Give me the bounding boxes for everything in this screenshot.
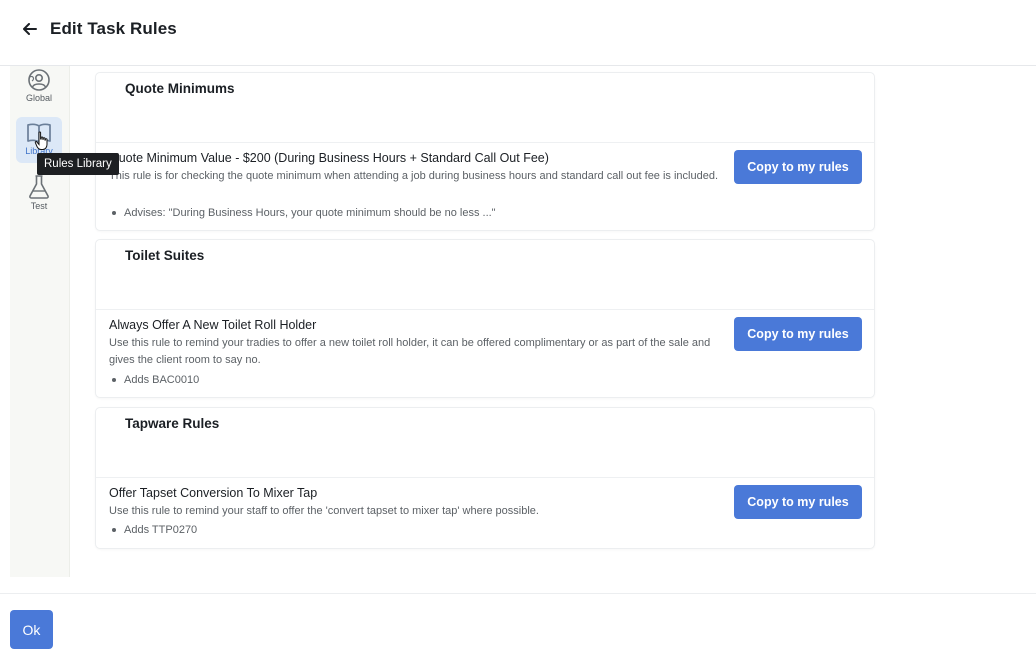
- rule-group-quote-minimums: Quote Minimums Quote Minimum Value - $20…: [95, 72, 875, 231]
- rail-item-label: Test: [30, 201, 48, 211]
- rule-group-title: Toilet Suites: [125, 248, 205, 263]
- rule-group-header: Quote Minimums: [96, 73, 874, 143]
- hand-pointer-icon: [34, 131, 48, 150]
- rule-group-title: Quote Minimums: [125, 81, 235, 96]
- flask-icon: [29, 175, 49, 199]
- rule-item: Offer Tapset Conversion To Mixer Tap Use…: [96, 478, 874, 548]
- rule-item: Always Offer A New Toilet Roll Holder Us…: [96, 310, 874, 397]
- rail-item-global[interactable]: Global: [16, 68, 62, 114]
- copy-to-my-rules-button[interactable]: Copy to my rules: [734, 485, 862, 519]
- rule-action-text: Adds TTP0270: [124, 524, 198, 536]
- rule-group-header: Tapware Rules: [96, 408, 874, 478]
- page-header: Edit Task Rules: [0, 0, 1036, 66]
- back-button[interactable]: [20, 19, 40, 39]
- rule-title: Offer Tapset Conversion To Mixer Tap: [109, 486, 318, 500]
- copy-to-my-rules-button[interactable]: Copy to my rules: [734, 317, 862, 351]
- rule-group-header: Toilet Suites: [96, 240, 874, 310]
- rule-description: Use this rule to remind your tradies to …: [109, 337, 711, 366]
- rules-library-tooltip: Rules Library: [37, 153, 119, 175]
- rule-action-text: Adds BAC0010: [124, 374, 200, 386]
- rail-item-test[interactable]: Test: [16, 174, 62, 220]
- bullet-dot: [112, 528, 116, 532]
- rail-item-label: Global: [25, 93, 52, 103]
- rule-action-bullet: Adds BAC0010: [109, 374, 199, 386]
- rule-group-title: Tapware Rules: [125, 416, 220, 431]
- bullet-dot: [112, 211, 116, 215]
- ok-button[interactable]: Ok: [10, 610, 53, 649]
- copy-to-my-rules-button[interactable]: Copy to my rules: [734, 150, 862, 184]
- rule-title: Always Offer A New Toilet Roll Holder: [109, 318, 317, 332]
- globe-user-icon: [28, 69, 50, 91]
- rule-description: Use this rule to remind your staff to of…: [109, 505, 539, 517]
- rule-action-text: Advises: "During Business Hours, your qu…: [124, 207, 496, 219]
- rule-group-tapware-rules: Tapware Rules Offer Tapset Conversion To…: [95, 407, 875, 549]
- rule-group-toilet-suites: Toilet Suites Always Offer A New Toilet …: [95, 239, 875, 398]
- footer-divider: [0, 593, 1036, 594]
- arrow-left-icon: [23, 23, 37, 35]
- rule-description: This rule is for checking the quote mini…: [109, 170, 719, 182]
- rule-item: Quote Minimum Value - $200 (During Busin…: [96, 143, 874, 230]
- rule-action-bullet: Advises: "During Business Hours, your qu…: [109, 207, 496, 219]
- page-title: Edit Task Rules: [50, 19, 177, 38]
- rule-action-bullet: Adds TTP0270: [109, 524, 197, 536]
- rule-title: Quote Minimum Value - $200 (During Busin…: [109, 151, 549, 165]
- bullet-dot: [112, 378, 116, 382]
